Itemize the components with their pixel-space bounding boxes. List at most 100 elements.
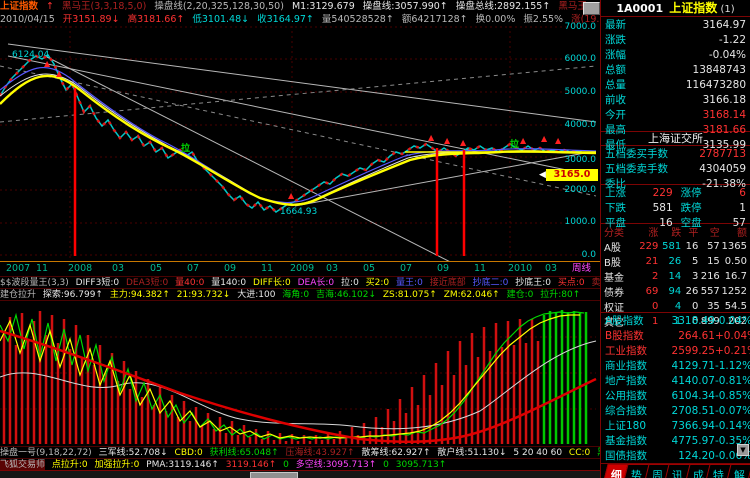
x-tick: 09 xyxy=(437,262,449,276)
index-value: 7366.94 xyxy=(668,420,715,432)
sector-flat: 26 xyxy=(681,286,698,297)
indicator-param-2: 操盘线(2,20,325,128,30,50) xyxy=(154,1,284,12)
indicator3-field: 散筹线:62.927↑ xyxy=(361,448,430,458)
index-name: B股指数 xyxy=(605,328,668,343)
indicator2-title: 建仓拉升 xyxy=(0,290,36,300)
x-tick: 11 xyxy=(261,262,273,276)
sector-up: 69 xyxy=(635,286,658,297)
indicator1-field: DIFF长:0 xyxy=(253,278,291,288)
caopan-total-value: 操盘总线:2892.155↑ xyxy=(456,1,551,12)
index-row[interactable]: 工业指数2599.25+0.21% xyxy=(601,343,750,358)
low-value: 低3101.48↓ xyxy=(192,14,249,25)
indicator3-field: 散户线:51.130↓ xyxy=(437,448,506,458)
ad-label: 跌停 xyxy=(673,200,710,215)
sector-open: 216 xyxy=(698,271,719,282)
sector-open: 15 xyxy=(698,256,719,267)
quote-label: 涨跌 xyxy=(605,32,626,47)
index-row[interactable]: 综合指数2708.51-0.07% xyxy=(601,403,750,418)
index-change: +0.04% xyxy=(715,330,746,342)
index-row[interactable]: 基金指数4775.97-0.35% xyxy=(601,433,750,448)
pull-signal-label-2: 拉 xyxy=(510,140,519,150)
indicator2-status-row: 建仓拉升 探索:96.799↑ 主力:94.382↑ 21:93.732↓ 大进… xyxy=(0,288,600,300)
indicator3-field: CC:0 xyxy=(569,448,590,458)
scrollbar-thumb[interactable] xyxy=(250,472,298,478)
x-tick: 09 xyxy=(224,262,236,276)
quote-value: 3164.97 xyxy=(703,19,746,31)
sector-open: 35 xyxy=(698,301,719,312)
indicator2-field: 探索:96.799↑ xyxy=(43,290,103,300)
indicator-chart[interactable] xyxy=(0,300,600,446)
col-header: 分类 xyxy=(604,224,635,239)
caopan-line-value: 操盘线:3057.990↑ xyxy=(363,1,448,12)
sector-amount: 1252 xyxy=(720,286,747,297)
chart-area: 上证指数 ↑ 黑马王(3,3,18,5,0) 操盘线(2,20,325,128,… xyxy=(0,0,600,478)
index-row[interactable]: 商业指数4129.71-1.12% xyxy=(601,358,750,373)
index-row[interactable]: B股指数264.61+0.04% xyxy=(601,328,750,343)
quote-label: 最新 xyxy=(605,17,626,32)
quote-label: 总额 xyxy=(605,62,626,77)
index-name: 基金指数 xyxy=(605,433,668,448)
indicator2-field: 大进:100 xyxy=(237,290,275,300)
sector-table-header: 分类 涨 跌 平 空 额 xyxy=(601,224,750,239)
horizontal-scrollbar[interactable] xyxy=(0,470,600,478)
quote-rows: 最新3164.97 涨跌-1.22 涨幅-0.04% 总额13848743 总量… xyxy=(601,17,750,132)
app-root: 上证指数 ↑ 黑马王(3,3,18,5,0) 操盘线(2,20,325,128,… xyxy=(0,0,750,478)
period-label: 周线 xyxy=(572,262,591,276)
indicator1-field: DEA长:0 xyxy=(298,278,335,288)
sector-name: 权证 xyxy=(604,299,635,314)
index-name: 综合指数 xyxy=(605,403,668,418)
m1-value: M1:3129.679 xyxy=(292,1,355,12)
tab-label: 周 xyxy=(652,467,663,478)
index-value: 4775.97 xyxy=(668,435,715,447)
turnover-value: 换0.00% xyxy=(476,14,516,25)
index-row[interactable]: 公用指数6104.34-0.85% xyxy=(601,388,750,403)
index-value: 2599.25 xyxy=(668,345,715,357)
index-row[interactable]: 国债指数124.20-0.06% xyxy=(601,448,750,463)
index-name: 国债指数 xyxy=(605,448,668,463)
quote-value: 3168.14 xyxy=(703,109,746,121)
open-value: 开3151.89↓ xyxy=(63,14,120,25)
bottom-tab-bar: 细 势 周 讯 成 特 解 xyxy=(601,464,750,478)
index-row[interactable]: 地产指数4140.07-0.81% xyxy=(601,373,750,388)
sector-up: 2 xyxy=(635,271,658,282)
pull-signal-label-1: 拉 xyxy=(181,144,190,154)
sector-row: A股 229 581 16 57 1365 xyxy=(601,239,750,254)
indicator4-field: 加强拉升:0 xyxy=(95,460,140,470)
panel-corner-button[interactable] xyxy=(583,2,600,15)
trough-price-label: 1664.93 xyxy=(280,207,317,217)
main-price-chart[interactable]: 6124.04 1664.93 拉 拉 ▲ ▲ ▲ ▲ ▲ ▲ ▲ ▲ ▲ 70… xyxy=(0,26,600,262)
indicator1-title: $$波段量王(3,3) xyxy=(0,278,69,288)
price-tag-value: 3165.0 xyxy=(554,169,591,180)
x-tick: 2008 xyxy=(68,262,92,276)
indicator-param-1: 黑马王(3,3,18,5,0) xyxy=(62,1,146,12)
quote-value: 3181.66 xyxy=(703,124,746,136)
indicator1-field: DEA3短:0 xyxy=(126,278,168,288)
index-name: 公用指数 xyxy=(605,388,668,403)
exchange-label: 五档委卖手数 xyxy=(605,161,668,176)
index-value: 6104.34 xyxy=(668,390,715,402)
index-list-scroll-down[interactable]: ▼ xyxy=(737,444,749,456)
index-row[interactable]: 上证1807366.94-0.14% xyxy=(601,418,750,433)
sector-down: 4 xyxy=(658,301,681,312)
quote-row: 最新 3164.97 xyxy=(601,17,750,32)
index-value: 3318.49 xyxy=(668,315,715,327)
volume-value: 量540528528↑ xyxy=(322,14,394,25)
indicator3-field: 5 20 40 60 xyxy=(513,448,562,458)
indicator4-field: 0 xyxy=(383,460,389,470)
col-header: 空 xyxy=(698,224,719,239)
indicator4-field: 多空线:3095.713↑ xyxy=(296,460,377,470)
x-tick: 11 xyxy=(36,262,48,276)
x-tick: 2010 xyxy=(508,262,532,276)
col-header: 涨 xyxy=(635,224,658,239)
ad-label: 涨停 xyxy=(673,185,710,200)
sector-name: 基金 xyxy=(604,269,635,284)
indicator2-field: 拉升:80↑ xyxy=(540,290,580,300)
sector-flat: 5 xyxy=(681,256,698,267)
indicator3-field: 获利线:65.048↑ xyxy=(210,448,279,458)
quote-value: 13848743 xyxy=(693,64,746,76)
index-row[interactable]: A股指数3318.49-0.04% xyxy=(601,313,750,328)
sector-up: 229 xyxy=(635,241,658,252)
ad-value: 229 xyxy=(642,187,673,199)
quote-value: 3166.18 xyxy=(703,94,746,106)
x-tick: 07 xyxy=(187,262,199,276)
